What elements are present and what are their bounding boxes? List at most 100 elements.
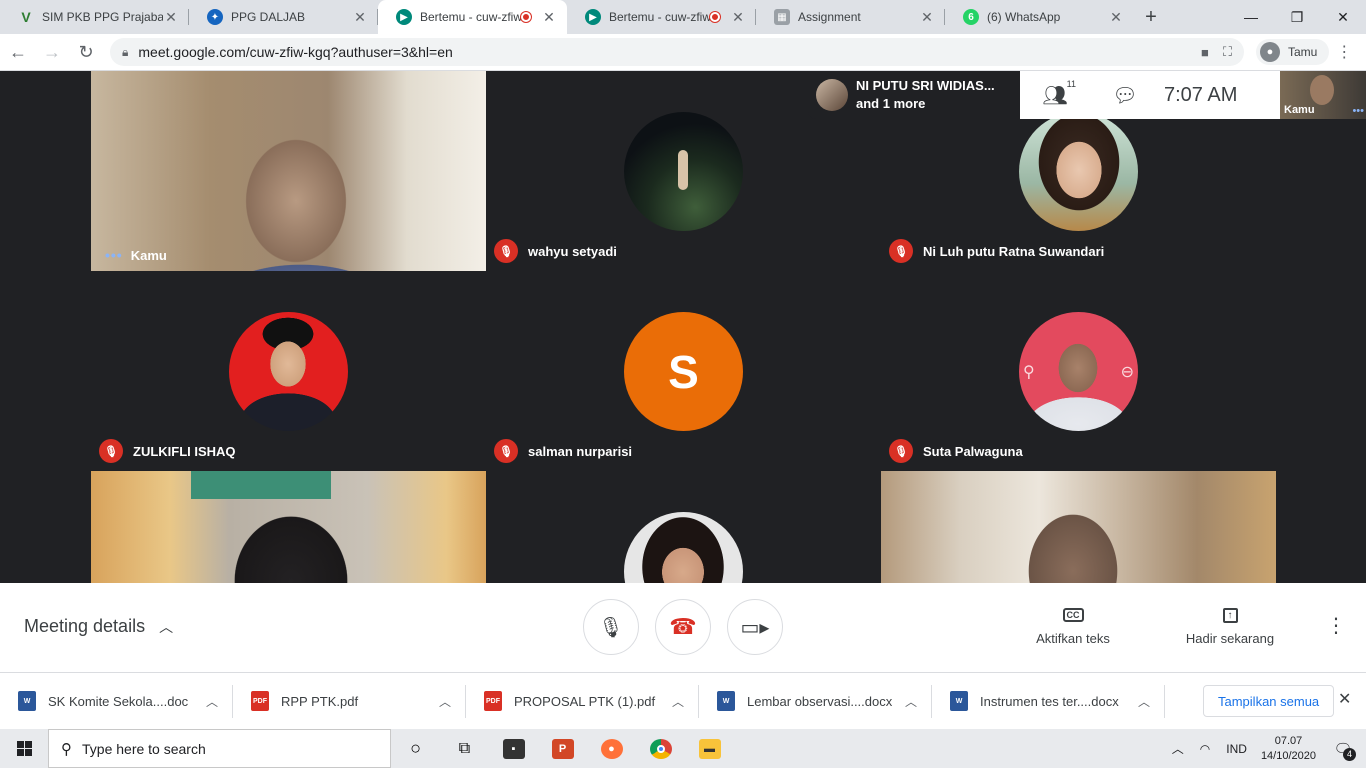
- firefox-icon[interactable]: ●: [587, 729, 636, 768]
- mic-off-icon: 🎙︎: [889, 239, 913, 263]
- back-icon[interactable]: ←: [2, 36, 34, 68]
- pin-icon[interactable]: ⚲: [1023, 362, 1035, 382]
- task-view-icon[interactable]: ⧉: [440, 729, 489, 768]
- browser-tab-active[interactable]: ▶ Bertemu - cuw-zfiw ✕: [378, 0, 567, 34]
- guest-avatar-icon: ●: [1260, 42, 1280, 62]
- meeting-details-button[interactable]: Meeting details ︿: [24, 616, 173, 637]
- microphone-icon: 🎙︎: [598, 616, 624, 639]
- self-label: Kamu: [1284, 104, 1315, 116]
- captions-icon: CC: [1032, 605, 1114, 625]
- camera-button[interactable]: ▭▸: [727, 599, 783, 655]
- participant-tile[interactable]: [486, 471, 881, 583]
- self-view-thumbnail[interactable]: Kamu •••: [1280, 71, 1366, 119]
- cortana-icon[interactable]: ○: [391, 729, 440, 768]
- lock-icon: 🔒︎: [122, 44, 129, 59]
- close-icon[interactable]: ✕: [541, 9, 557, 26]
- reload-icon[interactable]: ↻: [70, 36, 102, 68]
- assignment-icon: ▦: [774, 9, 790, 25]
- download-item[interactable]: PDF PROPOSAL PTK (1).pdf ︿: [466, 673, 699, 730]
- close-icon[interactable]: ✕: [352, 9, 368, 26]
- download-filename: SK Komite Sekola....doc: [48, 693, 189, 709]
- download-item[interactable]: W SK Komite Sekola....doc ︿: [0, 673, 233, 730]
- participant-tile[interactable]: S 🎙︎ salman nurparisi: [486, 271, 881, 471]
- search-placeholder: Type here to search: [82, 740, 206, 757]
- active-speakers: NI PUTU SRI WIDIAS... and 1 more: [808, 71, 1020, 119]
- word-file-icon: W: [18, 691, 36, 711]
- captions-button[interactable]: CC Aktifkan teks: [1032, 605, 1114, 646]
- browser-tab[interactable]: ▶ Bertemu - cuw-zfiw ✕: [567, 0, 756, 34]
- powerpoint-icon[interactable]: P: [538, 729, 587, 768]
- close-window-icon[interactable]: ✕: [1320, 0, 1366, 34]
- tab-title: PPG DALJAB: [231, 10, 306, 24]
- recording-icon: [521, 12, 531, 22]
- tut-wuri-icon: ✦: [207, 9, 223, 25]
- browser-menu-icon[interactable]: ⋮: [1329, 42, 1359, 62]
- taskbar-clock[interactable]: 07.07 14/10/2020: [1261, 734, 1316, 764]
- chevron-up-icon[interactable]: ︿: [206, 693, 218, 710]
- present-icon: ↑: [1182, 605, 1278, 625]
- camera-in-use-icon[interactable]: ■: [1201, 45, 1209, 60]
- microphone-button[interactable]: 🎙︎: [583, 599, 639, 655]
- leave-call-button[interactable]: ☎︎: [655, 599, 711, 655]
- show-all-downloads-button[interactable]: Tampilkan semua: [1203, 685, 1335, 717]
- notification-center-icon[interactable]: 🗨︎ 4: [1328, 740, 1358, 761]
- remove-icon[interactable]: ⊖: [1121, 362, 1134, 382]
- file-explorer-icon[interactable]: ▬: [685, 729, 734, 768]
- close-icon[interactable]: ✕: [919, 9, 935, 26]
- chrome-icon[interactable]: [636, 729, 685, 768]
- chevron-up-icon[interactable]: ︿: [1138, 693, 1150, 710]
- wifi-icon[interactable]: ◠: [1200, 742, 1210, 756]
- people-icon[interactable]: 👥︎ 11: [1020, 79, 1090, 108]
- browser-tab[interactable]: 6 (6) WhatsApp ✕: [945, 0, 1134, 34]
- participant-tile-self[interactable]: ••• Kamu: [91, 71, 486, 271]
- browser-tab[interactable]: ✦ PPG DALJAB ✕: [189, 0, 378, 34]
- v-logo-icon: V: [21, 9, 31, 25]
- participant-tile[interactable]: 🎙︎ ZULKIFLI ISHAQ: [91, 271, 486, 471]
- search-icon: ⚲: [61, 740, 72, 758]
- taskbar-search[interactable]: ⚲ Type here to search: [48, 729, 391, 768]
- participant-count: 11: [1066, 78, 1076, 89]
- windows-logo-icon: [16, 741, 32, 756]
- chevron-up-icon[interactable]: ︿: [439, 693, 451, 710]
- participant-name: 🎙︎ salman nurparisi: [494, 439, 632, 463]
- chevron-up-icon[interactable]: ︿: [672, 693, 684, 710]
- speaker-name: NI PUTU SRI WIDIAS...: [856, 78, 995, 93]
- browser-tab[interactable]: ▦ Assignment ✕: [756, 0, 945, 34]
- chevron-up-icon[interactable]: ︿: [1172, 740, 1184, 757]
- meet-icon: ▶: [585, 9, 601, 25]
- store-icon[interactable]: ▪: [489, 729, 538, 768]
- download-item[interactable]: W Instrumen tes ter....docx ︿: [932, 673, 1165, 730]
- address-bar[interactable]: 🔒︎ meet.google.com/cuw-zfiw-kgq?authuser…: [110, 38, 1244, 66]
- chat-icon[interactable]: 💬︎: [1090, 83, 1160, 108]
- download-item[interactable]: W Lembar observasi....docx ︿: [699, 673, 932, 730]
- download-item[interactable]: PDF RPP PTK.pdf ︿: [233, 673, 466, 730]
- pdf-file-icon: PDF: [251, 691, 269, 711]
- participant-tile[interactable]: ⚲ ⊖ 🎙︎ Suta Palwaguna: [881, 271, 1276, 471]
- close-icon[interactable]: ✕: [1338, 689, 1351, 709]
- participant-tile[interactable]: [881, 471, 1276, 583]
- browser-tab[interactable]: V SIM PKB PPG Prajabatan ✕: [0, 0, 189, 34]
- download-filename: Instrumen tes ter....docx: [980, 693, 1119, 709]
- start-button[interactable]: [0, 729, 48, 768]
- recording-icon: [710, 12, 720, 22]
- avatar-letter: S: [624, 312, 743, 431]
- chevron-up-icon[interactable]: ︿: [905, 693, 917, 710]
- close-icon[interactable]: ✕: [730, 9, 746, 26]
- language-indicator[interactable]: IND: [1226, 742, 1247, 756]
- minimize-icon[interactable]: —: [1228, 0, 1274, 34]
- avatar: [624, 112, 743, 231]
- translate-icon[interactable]: ⛶: [1223, 44, 1232, 60]
- forward-icon[interactable]: →: [36, 36, 68, 68]
- present-now-button[interactable]: ↑ Hadir sekarang: [1182, 605, 1278, 646]
- avatar: [816, 79, 848, 111]
- close-icon[interactable]: ✕: [163, 9, 179, 26]
- tab-strip: V SIM PKB PPG Prajabatan ✕ ✦ PPG DALJAB …: [0, 0, 1366, 34]
- close-icon[interactable]: ✕: [1108, 9, 1124, 26]
- more-options-icon[interactable]: ⋮: [1326, 613, 1346, 638]
- new-tab-button[interactable]: +: [1134, 0, 1168, 34]
- tab-title: (6) WhatsApp: [987, 10, 1061, 24]
- restore-icon[interactable]: ❐: [1274, 0, 1320, 34]
- mic-off-icon: 🎙︎: [889, 439, 913, 463]
- profile-button[interactable]: ● Tamu: [1256, 39, 1330, 65]
- participant-tile[interactable]: [91, 471, 486, 583]
